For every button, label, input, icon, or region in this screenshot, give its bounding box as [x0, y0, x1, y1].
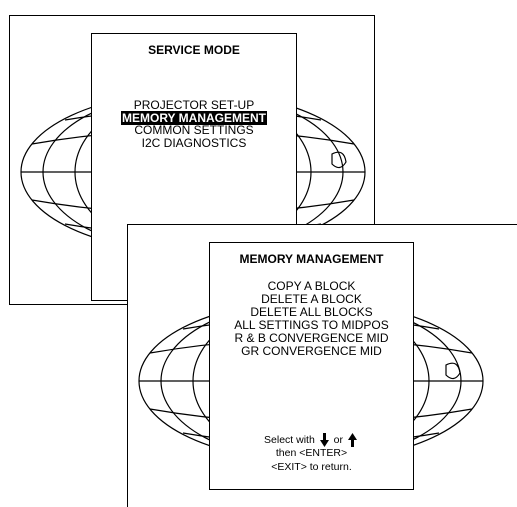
select-hint: Select with or — [210, 433, 413, 447]
menu-title: MEMORY MANAGEMENT — [239, 252, 384, 266]
help-footer: Select with or then <ENTER> <EXIT> to re… — [210, 433, 413, 474]
enter-hint: then <ENTER> — [275, 447, 348, 460]
memory-management-screen: MEMORY MANAGEMENT COPY A BLOCK DELETE A … — [127, 224, 517, 507]
menu-item-projector-setup[interactable]: PROJECTOR SET-UP — [92, 99, 296, 112]
menu-title: SERVICE MODE — [148, 43, 240, 57]
menu-item-gr-convergence-mid[interactable]: GR CONVERGENCE MID — [210, 345, 413, 358]
memory-management-menu: MEMORY MANAGEMENT COPY A BLOCK DELETE A … — [209, 242, 414, 490]
arrow-down-icon — [319, 433, 329, 447]
menu-list: COPY A BLOCK DELETE A BLOCK DELETE ALL B… — [210, 280, 413, 358]
arrow-up-icon — [347, 433, 357, 447]
menu-list: PROJECTOR SET-UP MEMORY MANAGEMENT COMMO… — [92, 99, 296, 149]
exit-hint: <EXIT> to return. — [271, 460, 352, 473]
menu-item-i2c-diagnostics[interactable]: I2C DIAGNOSTICS — [92, 136, 296, 150]
